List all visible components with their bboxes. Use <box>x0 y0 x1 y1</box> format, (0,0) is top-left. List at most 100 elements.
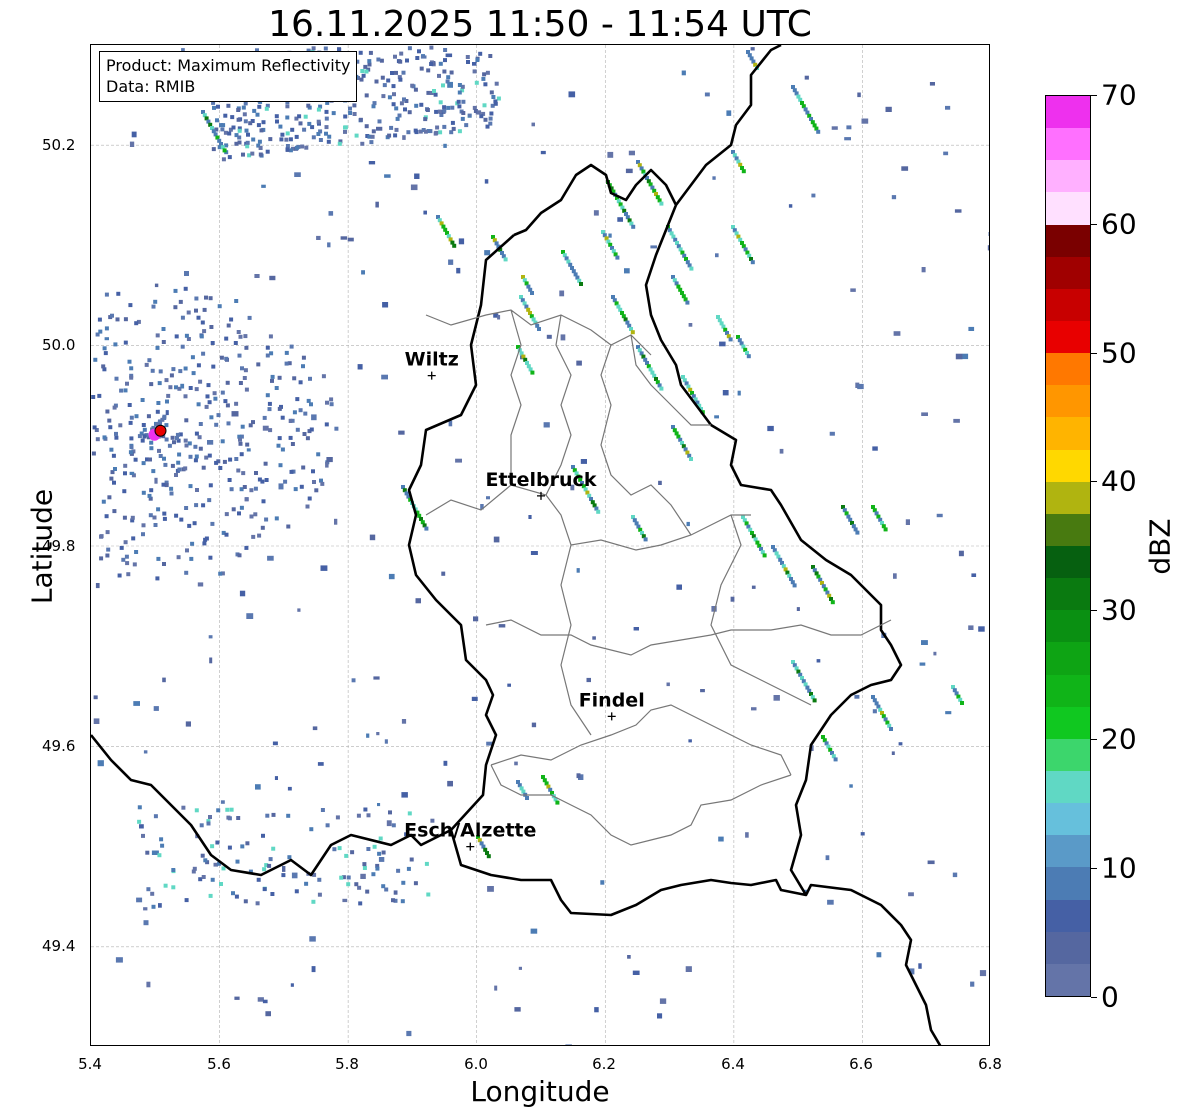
reflectivity-pixel <box>306 103 311 108</box>
reflectivity-pixel <box>115 957 123 963</box>
reflectivity-pixel <box>285 147 290 152</box>
reflectivity-pixel <box>384 174 391 178</box>
reflectivity-pixel <box>317 877 322 882</box>
reflectivity-pixel <box>381 374 388 380</box>
reflectivity-pixel <box>401 70 406 75</box>
reflectivity-pixel <box>327 134 332 139</box>
reflectivity-pixel <box>317 762 324 766</box>
reflectivity-pixel <box>275 119 279 124</box>
reflectivity-pixel <box>979 970 987 977</box>
reflectivity-pixel <box>124 554 129 559</box>
reflectivity-pixel <box>237 135 242 140</box>
reflectivity-pixel <box>204 536 209 541</box>
reflectivity-pixel <box>460 116 465 121</box>
reflectivity-pixel <box>123 388 128 393</box>
reflectivity-pixel <box>183 366 188 371</box>
reflectivity-pixel <box>91 395 96 399</box>
reflectivity-pixel <box>294 889 299 894</box>
reflectivity-pixel <box>442 69 447 74</box>
reflectivity-pixel <box>270 374 275 379</box>
reflectivity-pixel <box>270 892 275 896</box>
reflectivity-pixel <box>225 807 230 812</box>
reflectivity-pixel <box>368 50 373 55</box>
reflectivity-pixel <box>243 334 248 339</box>
reflectivity-pixel <box>248 121 253 126</box>
colorbar-segment <box>1046 738 1090 772</box>
reflectivity-pixel <box>401 719 407 724</box>
reflectivity-pixel <box>142 427 147 432</box>
reflectivity-pixel <box>205 394 210 399</box>
reflectivity-pixel <box>429 62 434 66</box>
reflectivity-pixel <box>356 813 361 818</box>
reflectivity-pixel <box>405 58 409 63</box>
reflectivity-pixel <box>314 488 319 493</box>
reflectivity-pixel <box>369 534 376 541</box>
reflectivity-pixel <box>238 437 242 442</box>
reflectivity-pixel <box>261 499 266 504</box>
reflectivity-pixel <box>134 414 139 419</box>
x-axis-label: Longitude <box>470 1075 610 1108</box>
reflectivity-pixel <box>264 478 269 482</box>
reflectivity-pixel <box>121 557 126 562</box>
reflectivity-pixel <box>331 111 336 116</box>
reflectivity-pixel <box>560 334 566 341</box>
reflectivity-pixel <box>104 326 109 331</box>
reflectivity-pixel <box>224 532 229 537</box>
reflectivity-pixel <box>153 523 158 527</box>
reflectivity-pixel <box>251 534 256 539</box>
reflectivity-pixel <box>234 401 239 406</box>
reflectivity-pixel <box>298 121 303 126</box>
reflectivity-pixel <box>123 463 128 468</box>
reflectivity-pixel <box>101 499 106 504</box>
reflectivity-pixel <box>305 504 310 509</box>
reflectivity-pixel <box>130 515 135 520</box>
reflectivity-pixel <box>576 773 581 779</box>
reflectivity-pixel <box>565 1044 572 1045</box>
reflectivity-pixel <box>624 268 630 274</box>
reflectivity-pixel <box>244 128 249 133</box>
reflectivity-pixel <box>194 387 199 392</box>
reflectivity-pixel <box>174 334 179 339</box>
reflectivity-pixel <box>171 868 176 872</box>
reflectivity-pixel <box>688 739 692 743</box>
reflectivity-pixel <box>285 115 290 120</box>
map-plot-area[interactable]: Wiltz Ettelbruck Findel Esch/Alzette <box>90 44 990 1046</box>
reflectivity-pixel <box>241 152 245 157</box>
reflectivity-pixel <box>158 369 163 374</box>
reflectivity-pixel <box>260 479 265 484</box>
reflectivity-pixel <box>150 891 155 896</box>
colorbar-tick-mark <box>1091 610 1097 611</box>
reflectivity-pixel <box>456 99 461 104</box>
reflectivity-pixel <box>220 127 225 132</box>
reflectivity-pixel <box>220 390 225 395</box>
reflectivity-pixel <box>402 135 406 140</box>
reflectivity-pixel <box>180 315 185 320</box>
reflectivity-pixel <box>161 327 166 331</box>
reflectivity-pixel <box>666 682 670 687</box>
reflectivity-pixel <box>210 877 215 882</box>
reflectivity-pixel <box>243 368 248 373</box>
reflectivity-pixel <box>316 452 321 457</box>
reflectivity-pixel <box>286 524 291 529</box>
reflectivity-pixel <box>147 358 152 363</box>
reflectivity-pixel <box>929 82 935 86</box>
reflectivity-pixel <box>316 132 321 136</box>
reflectivity-pixel <box>150 368 155 373</box>
reflectivity-pixel <box>364 69 369 74</box>
reflectivity-pixel <box>243 101 248 106</box>
reflectivity-pixel <box>393 890 398 895</box>
reflectivity-pixel <box>104 514 109 519</box>
reflectivity-pixel <box>213 396 218 401</box>
reflectivity-pixel <box>306 398 311 403</box>
reflectivity-pixel <box>149 446 154 451</box>
reflectivity-pixel <box>359 77 364 82</box>
reflectivity-pixel <box>893 331 901 336</box>
reflectivity-pixel <box>274 516 279 521</box>
reflectivity-pixel <box>311 966 316 973</box>
reflectivity-pixel <box>335 815 340 820</box>
reflectivity-pixel <box>391 898 395 903</box>
reflectivity-pixel <box>437 109 442 114</box>
reflectivity-pixel <box>901 166 909 171</box>
reflectivity-pixel <box>264 517 269 522</box>
reflectivity-pixel <box>482 72 487 77</box>
